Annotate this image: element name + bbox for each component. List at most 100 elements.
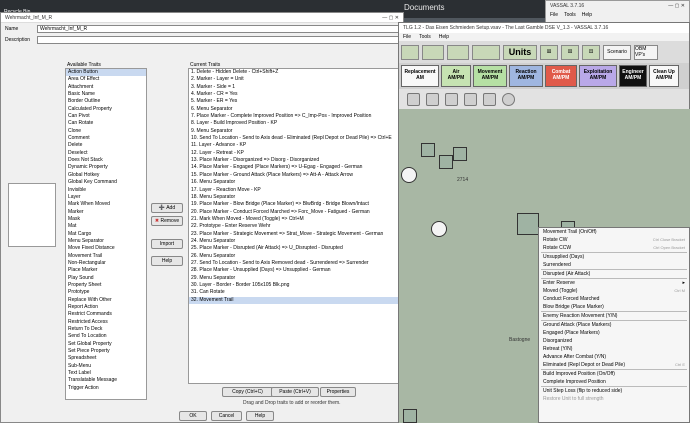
phase-button[interactable]: Movement AM/PM <box>473 65 507 87</box>
available-trait-item[interactable]: Spreadsheet <box>66 355 146 362</box>
window-controls[interactable]: — ▢ ✕ <box>668 3 685 9</box>
current-trait-item[interactable]: 26. Menu Separator <box>189 253 399 260</box>
unit-counter-6[interactable] <box>403 409 417 423</box>
current-trait-item[interactable]: 25. Place Marker - Disrupted (Air Attack… <box>189 245 399 252</box>
current-trait-item[interactable]: 13. Place Marker - Disorganized => Disor… <box>189 157 399 164</box>
vassal-menu-item[interactable]: Help <box>582 12 592 18</box>
available-trait-item[interactable]: Report Action <box>66 304 146 311</box>
available-trait-item[interactable]: Restricted Access <box>66 319 146 326</box>
name-input[interactable] <box>37 24 399 33</box>
context-menu-item[interactable]: Retreat (Y/N) <box>539 345 689 353</box>
description-input[interactable] <box>37 35 399 44</box>
available-trait-item[interactable]: Layer <box>66 194 146 201</box>
available-trait-item[interactable]: Clone <box>66 128 146 135</box>
available-trait-item[interactable]: Mark When Moved <box>66 201 146 208</box>
ok-button[interactable]: OK <box>179 411 207 421</box>
context-menu-item[interactable]: Rotate CW Ctrl Close Bracket <box>539 236 689 244</box>
context-menu-item[interactable]: Surrendered <box>539 261 689 269</box>
context-menu-item[interactable]: Blow Bridge (Place Marker) <box>539 303 689 311</box>
dice-icon-3[interactable]: ⚃ <box>582 44 600 60</box>
available-trait-item[interactable]: Translatable Message <box>66 377 146 384</box>
context-menu-item[interactable]: Ground Attack (Place Markers) <box>539 321 689 329</box>
context-menu-item[interactable]: Build Improved Position (On/Off) <box>539 370 689 378</box>
units-button[interactable]: Units <box>503 44 537 60</box>
available-trait-item[interactable]: Marker <box>66 209 146 216</box>
context-menu-item[interactable]: Complete Improved Position <box>539 378 689 386</box>
current-trait-item[interactable]: 11. Layer - Advance - KP <box>189 142 399 149</box>
current-trait-item[interactable]: 1. Delete - Hidden Delete - Ctrl+Shift+Z <box>189 69 399 76</box>
scenario-button[interactable]: Scenario <box>603 44 631 60</box>
dice-icon[interactable]: ⚅ <box>540 44 558 60</box>
available-trait-item[interactable]: Play Sound <box>66 275 146 282</box>
available-trait-item[interactable]: Dynamic Property <box>66 164 146 171</box>
current-trait-item[interactable]: 28. Place Marker - Unsupplied (Days) => … <box>189 267 399 274</box>
help-button[interactable]: Help <box>246 411 274 421</box>
available-trait-item[interactable]: Deselect <box>66 150 146 157</box>
phase-button[interactable]: Reaction AM/PM <box>509 65 543 87</box>
current-trait-item[interactable]: 27. Send To Location - Send to Axis Remo… <box>189 260 399 267</box>
unit-counter-2[interactable] <box>439 155 453 169</box>
toolbar-icon-2[interactable] <box>422 44 444 60</box>
available-trait-item[interactable]: Return To Deck <box>66 326 146 333</box>
current-trait-item[interactable]: 10. Send To Location - Send to Axis dead… <box>189 135 399 142</box>
vassal-menu-item[interactable]: Tools <box>564 12 576 18</box>
current-trait-item[interactable]: 32. Movement Trail <box>189 296 399 304</box>
available-trait-item[interactable]: Send To Location <box>66 333 146 340</box>
available-trait-item[interactable]: Area Of Effect <box>66 76 146 83</box>
available-trait-item[interactable]: Calculated Property <box>66 106 146 113</box>
current-trait-item[interactable]: 18. Menu Separator <box>189 194 399 201</box>
current-trait-item[interactable]: 19. Place Marker - Blow Bridge (Place Ma… <box>189 201 399 208</box>
toolbar-icon-4[interactable] <box>472 44 500 60</box>
current-trait-item[interactable]: 29. Menu Separator <box>189 275 399 282</box>
available-trait-item[interactable]: Menu Separator <box>66 238 146 245</box>
available-trait-item[interactable]: Basic Name <box>66 91 146 98</box>
camera-icon[interactable] <box>407 92 420 106</box>
context-menu-item[interactable]: Engaged (Place Markers) <box>539 329 689 337</box>
current-trait-item[interactable]: 20. Place Marker - Conduct Forced Marche… <box>189 209 399 216</box>
current-trait-item[interactable]: 17. Layer - Reaction Move - KP <box>189 187 399 194</box>
current-trait-item[interactable]: 3. Marker - Side = 1 <box>189 84 399 91</box>
context-menu-item[interactable]: Unsupplied (Days) <box>539 253 689 261</box>
context-menu-item[interactable]: Advance After Combat (Y/N) <box>539 353 689 361</box>
phase-button[interactable]: Combat AM/PM <box>545 65 577 87</box>
available-traits-list[interactable]: Action Button Area Of Effect Attachment Bas… <box>65 68 147 400</box>
zoom-out-icon[interactable] <box>464 92 477 106</box>
current-trait-item[interactable]: 21. Mark When Moved - Moved (Toggle) => … <box>189 216 399 223</box>
available-trait-item[interactable]: Replace With Other <box>66 297 146 304</box>
paste-button[interactable]: Paste (Ctrl+V) <box>271 387 319 397</box>
context-menu-item[interactable]: Enter Reserve ▸ <box>539 279 689 287</box>
current-trait-item[interactable]: 4. Marker - CR = Yes <box>189 91 399 98</box>
available-trait-item[interactable]: Non-Rectangular <box>66 260 146 267</box>
phase-button[interactable]: Clean Up AM/PM <box>649 65 679 87</box>
current-trait-item[interactable]: 16. Menu Separator <box>189 179 399 186</box>
available-trait-item[interactable]: Text Label <box>66 370 146 377</box>
available-trait-item[interactable]: Move Fixed Distance <box>66 245 146 252</box>
available-trait-item[interactable]: Delete <box>66 142 146 149</box>
game-menu-item[interactable]: File <box>403 34 411 40</box>
current-trait-item[interactable]: 2. Marker - Layer = Unit <box>189 76 399 83</box>
available-trait-item[interactable]: Movement Trail <box>66 253 146 260</box>
context-menu-item[interactable]: Rotate CCW Ctrl Open Bracket <box>539 244 689 252</box>
zoom-select-icon[interactable] <box>445 92 458 106</box>
context-menu-item[interactable]: Conduct Forced Marched <box>539 295 689 303</box>
phase-button[interactable]: Engineer AM/PM <box>619 65 647 87</box>
available-trait-item[interactable]: Property Sheet <box>66 282 146 289</box>
map-marker[interactable] <box>401 167 417 183</box>
current-trait-item[interactable]: 12. Layer - Retreat - KP <box>189 150 399 157</box>
toolbar-icon-1[interactable] <box>401 44 419 60</box>
properties-button[interactable]: Properties <box>320 387 356 397</box>
overview-icon[interactable] <box>483 92 496 106</box>
available-trait-item[interactable]: Sub-Menu <box>66 363 146 370</box>
globe-icon[interactable] <box>502 92 515 106</box>
current-trait-item[interactable]: 31. Can Rotate <box>189 289 399 296</box>
documents-label[interactable]: Documents <box>404 3 444 12</box>
context-menu-item[interactable]: Moved (Toggle) Ctrl M <box>539 287 689 295</box>
context-menu-item[interactable]: Enemy Reaction Movement (Y/N) <box>539 312 689 320</box>
available-trait-item[interactable]: Set Global Property <box>66 341 146 348</box>
available-trait-item[interactable]: Can Rotate <box>66 120 146 127</box>
available-trait-item[interactable]: Mat Cargo <box>66 231 146 238</box>
available-trait-item[interactable]: Action Button <box>66 69 146 77</box>
copy-button[interactable]: Copy (Ctrl+C) <box>222 387 273 397</box>
current-trait-item[interactable]: 22. Prototype - Enter Reserve Wehr <box>189 223 399 230</box>
current-trait-item[interactable]: 6. Menu Separator <box>189 106 399 113</box>
